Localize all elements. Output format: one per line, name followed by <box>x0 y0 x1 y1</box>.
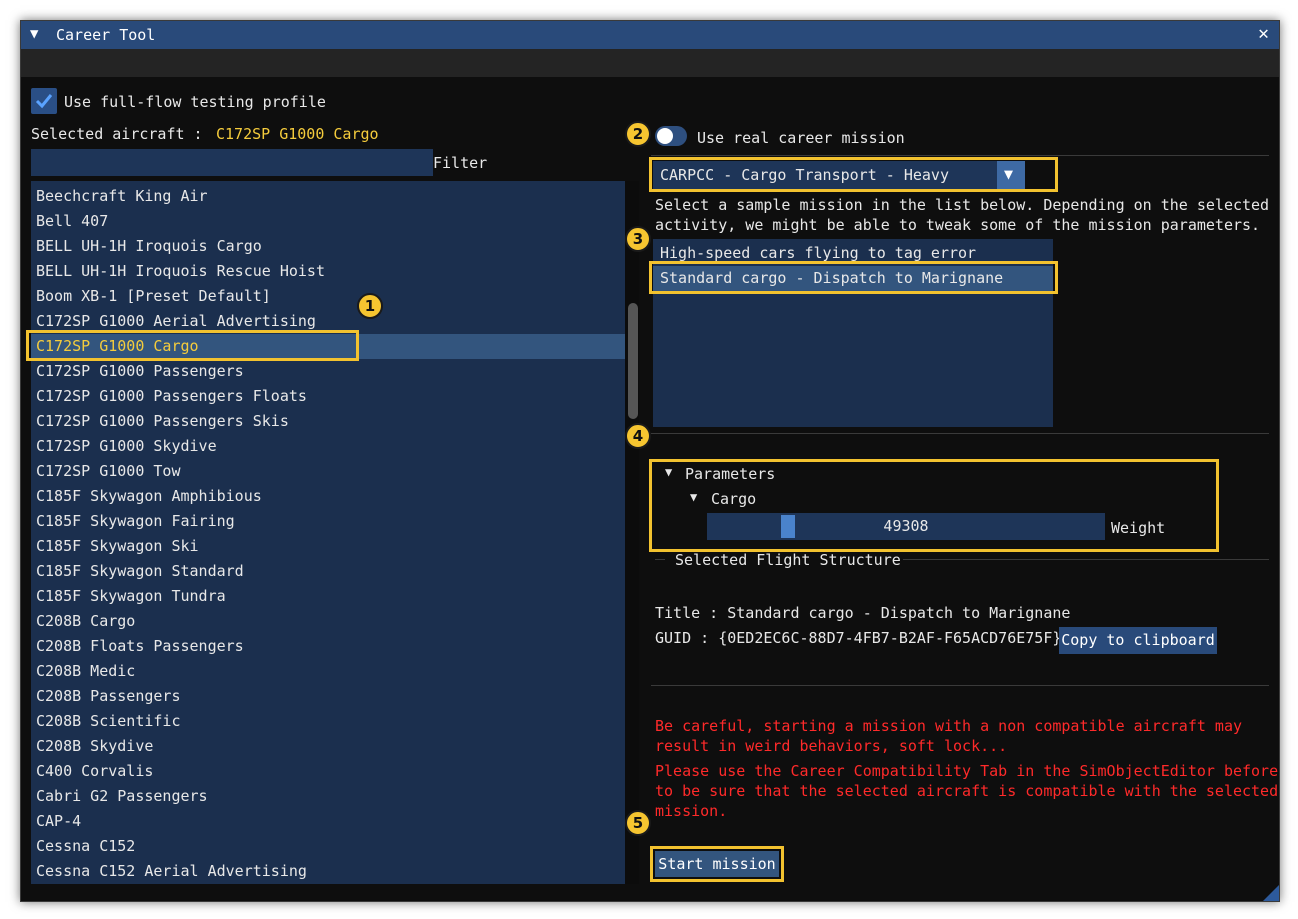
aircraft-list-item[interactable]: Boom XB-1 [Preset Default] <box>31 284 625 309</box>
callout-highlight-activity <box>649 157 1058 192</box>
full-flow-profile-label: Use full-flow testing profile <box>64 93 326 111</box>
selected-aircraft-value: C172SP G1000 Cargo <box>216 125 379 143</box>
callout-badge-3: 3 <box>625 226 651 252</box>
callout-badge-2: 2 <box>625 121 651 147</box>
aircraft-list[interactable]: Beechcraft King Air Bell 407 BELL UH-1H Ir… <box>31 181 625 884</box>
aircraft-list-item[interactable]: C185F Skywagon Fairing <box>31 509 625 534</box>
warning-line-4: to be sure that the selected aircraft is… <box>655 782 1279 800</box>
callout-badge-1: 1 <box>357 293 383 319</box>
callout-highlight-mission <box>649 261 1058 294</box>
real-career-mission-toggle[interactable] <box>655 126 687 146</box>
filter-label: Filter <box>433 154 488 172</box>
aircraft-list-item[interactable]: C172SP G1000 Passengers Skis <box>31 409 625 434</box>
aircraft-list-item[interactable]: CAP-4 <box>31 809 625 834</box>
callout-badge-5: 5 <box>625 810 651 836</box>
aircraft-list-item[interactable]: C172SP G1000 Skydive <box>31 434 625 459</box>
career-tool-window: ▼ Career Tool ✕ Use full-flow testing pr… <box>20 20 1280 902</box>
real-career-mission-label: Use real career mission <box>697 129 905 147</box>
separator <box>651 155 1269 156</box>
warning-line-1: Be careful, starting a mission with a no… <box>655 717 1242 735</box>
filter-input[interactable] <box>31 149 433 176</box>
resize-grip-icon[interactable] <box>1263 885 1279 901</box>
aircraft-list-item[interactable]: C208B Passengers <box>31 684 625 709</box>
aircraft-list-item[interactable]: Beechcraft King Air <box>31 184 625 209</box>
window-title: Career Tool <box>56 26 156 44</box>
callout-highlight-parameters <box>649 459 1219 552</box>
callout-highlight-start <box>650 846 784 882</box>
aircraft-list-item[interactable]: C185F Skywagon Tundra <box>31 584 625 609</box>
full-flow-profile-checkbox[interactable] <box>31 88 57 114</box>
callout-badge-4: 4 <box>625 423 651 449</box>
close-icon[interactable]: ✕ <box>1258 23 1269 44</box>
aircraft-list-item[interactable]: C208B Cargo <box>31 609 625 634</box>
aircraft-list-item[interactable]: C208B Scientific <box>31 709 625 734</box>
aircraft-list-item[interactable]: C185F Skywagon Amphibious <box>31 484 625 509</box>
separator <box>655 559 665 560</box>
separator <box>903 559 1269 560</box>
aircraft-list-item[interactable]: C185F Skywagon Ski <box>31 534 625 559</box>
checkmark-icon <box>35 94 53 109</box>
menu-bar <box>21 49 1279 77</box>
title-bar[interactable]: ▼ Career Tool ✕ <box>21 21 1279 49</box>
warning-line-2: result in weird behaviors, soft lock... <box>655 737 1008 755</box>
instructions-line-1: Select a sample mission in the list belo… <box>655 196 1270 214</box>
flight-structure-section-title: Selected Flight Structure <box>675 551 901 569</box>
separator <box>651 685 1269 686</box>
aircraft-list-item[interactable]: Bell 407 <box>31 209 625 234</box>
aircraft-list-item[interactable]: BELL UH-1H Iroquois Cargo <box>31 234 625 259</box>
aircraft-list-item[interactable]: C208B Skydive <box>31 734 625 759</box>
aircraft-list-item[interactable]: C172SP G1000 Tow <box>31 459 625 484</box>
aircraft-list-item[interactable]: C400 Corvalis <box>31 759 625 784</box>
aircraft-list-item[interactable]: Cabri G2 Passengers <box>31 784 625 809</box>
toggle-knob <box>657 128 673 144</box>
callout-highlight-selected-aircraft <box>26 330 359 361</box>
warning-line-5: mission. <box>655 802 728 820</box>
warning-line-3: Please use the Career Compatibility Tab … <box>655 762 1279 780</box>
aircraft-list-item[interactable]: C208B Floats Passengers <box>31 634 625 659</box>
aircraft-list-item[interactable]: C208B Medic <box>31 659 625 684</box>
copy-to-clipboard-button[interactable]: Copy to clipboard <box>1059 627 1217 654</box>
aircraft-list-item[interactable]: Cessna C152 Aerial Advertising <box>31 859 625 884</box>
collapse-icon[interactable]: ▼ <box>30 26 38 42</box>
aircraft-list-scrollbar[interactable] <box>625 181 639 884</box>
flight-guid: GUID : {0ED2EC6C-88D7-4FB7-B2AF-F65ACD76… <box>655 629 1062 647</box>
aircraft-list-item[interactable]: C185F Skywagon Standard <box>31 559 625 584</box>
instructions-line-2: activity, we might be able to tweak some… <box>655 216 1261 234</box>
selected-aircraft-label: Selected aircraft : <box>31 125 203 143</box>
aircraft-list-item[interactable]: C172SP G1000 Passengers Floats <box>31 384 625 409</box>
aircraft-list-item[interactable]: Cessna C152 <box>31 834 625 859</box>
scrollbar-thumb[interactable] <box>628 303 638 419</box>
aircraft-list-item[interactable]: C172SP G1000 Passengers <box>31 359 625 384</box>
separator <box>651 433 1269 434</box>
flight-title: Title : Standard cargo - Dispatch to Mar… <box>655 604 1071 622</box>
aircraft-list-item[interactable]: BELL UH-1H Iroquois Rescue Hoist <box>31 259 625 284</box>
